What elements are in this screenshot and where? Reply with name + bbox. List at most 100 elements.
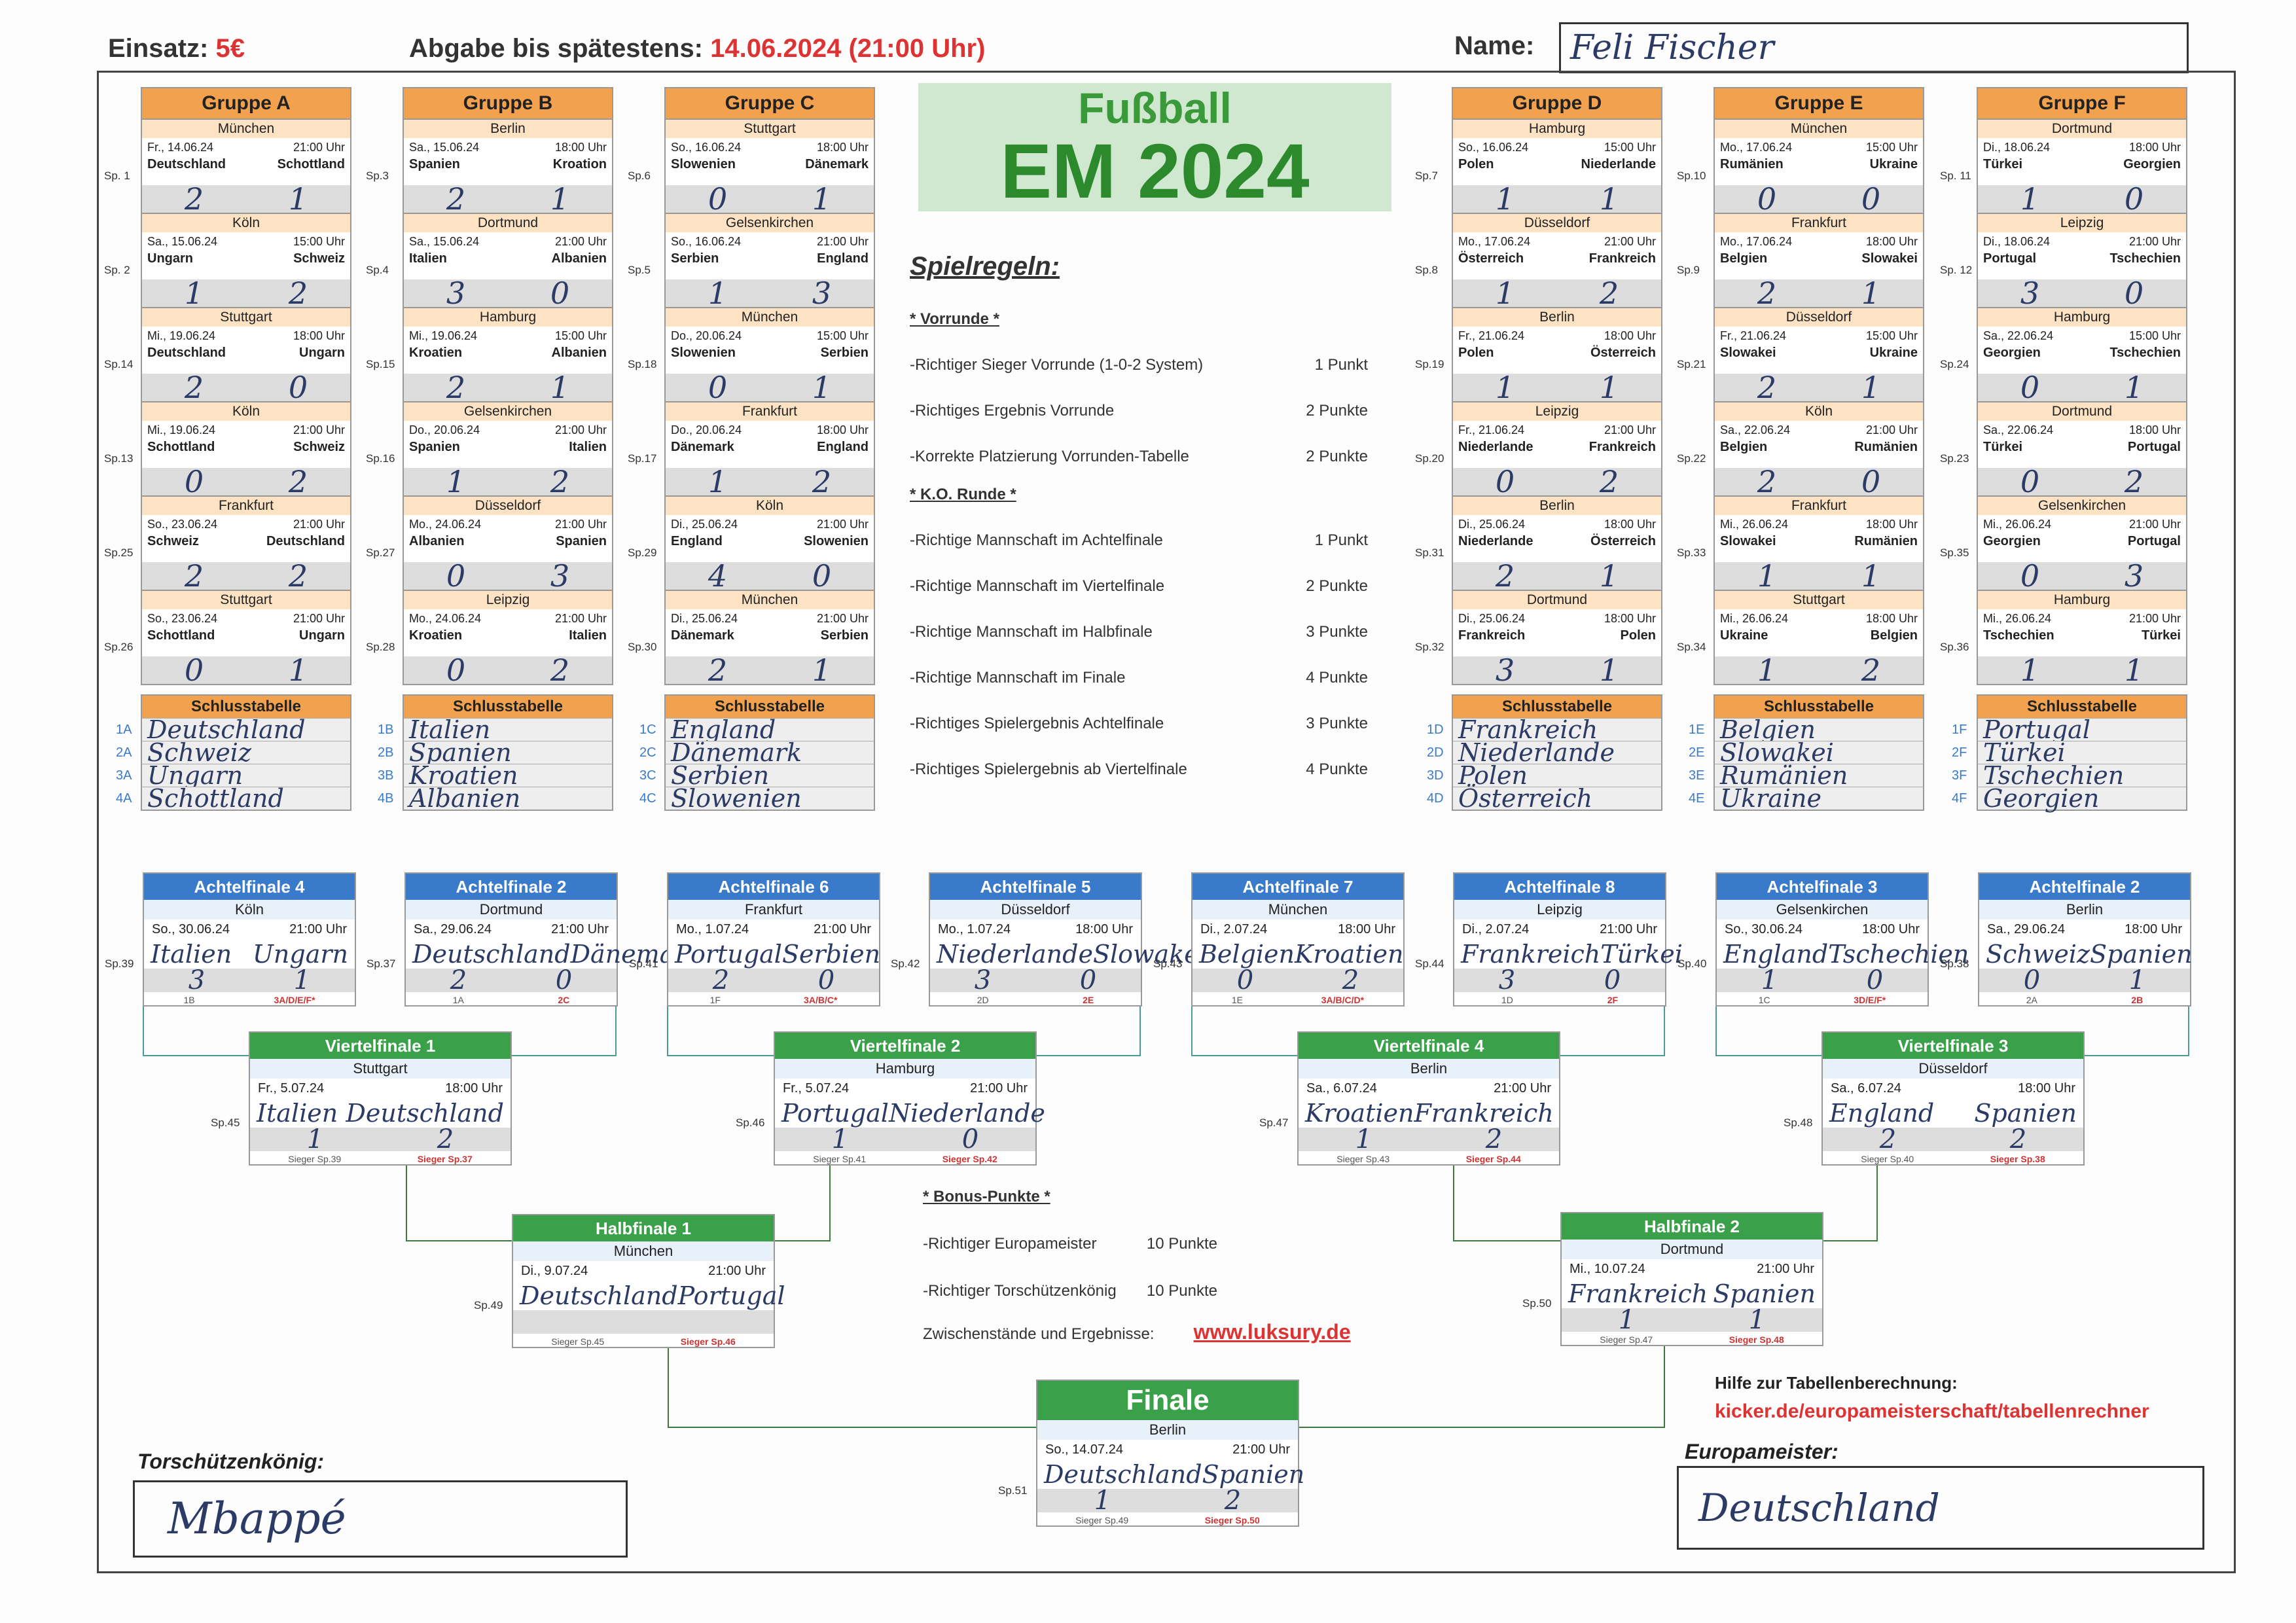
- away-score[interactable]: 2: [289, 464, 308, 499]
- away-score[interactable]: 3: [550, 558, 569, 594]
- home-score[interactable]: 2: [446, 370, 465, 405]
- table-row[interactable]: 3B Kroatien: [378, 763, 612, 788]
- away-score[interactable]: 1: [1600, 652, 1619, 688]
- away-score[interactable]: 3: [2125, 558, 2144, 594]
- away-score[interactable]: 2: [1861, 652, 1880, 688]
- score-row[interactable]: 11: [1715, 558, 1923, 594]
- score-row[interactable]: 21: [142, 181, 350, 217]
- away-score[interactable]: 0: [289, 370, 308, 405]
- home-score[interactable]: 1: [1496, 181, 1515, 217]
- away-score[interactable]: 2: [1342, 965, 1359, 995]
- home-score[interactable]: 0: [185, 652, 204, 688]
- table-row[interactable]: 4A Schottland: [116, 784, 350, 813]
- away-score[interactable]: 2: [550, 464, 569, 499]
- score-row[interactable]: 20: [668, 965, 879, 995]
- home-score[interactable]: 0: [2020, 464, 2039, 499]
- away-score[interactable]: 3: [812, 276, 831, 311]
- home-score[interactable]: 1: [307, 1124, 323, 1154]
- away-score[interactable]: 1: [2125, 652, 2144, 688]
- away-score[interactable]: 1: [1749, 1305, 1765, 1335]
- home-score[interactable]: 0: [2020, 558, 2039, 594]
- away-score[interactable]: 2: [812, 464, 831, 499]
- score-row[interactable]: 22: [142, 558, 350, 594]
- away-team[interactable]: Kroatien: [1295, 940, 1403, 969]
- home-team[interactable]: Deutschland: [412, 940, 571, 969]
- table-row[interactable]: 3A Ungarn: [116, 763, 350, 788]
- score-row[interactable]: 20: [142, 370, 350, 405]
- away-team[interactable]: Türkei: [1600, 940, 1683, 969]
- home-score[interactable]: 1: [1355, 1124, 1372, 1154]
- away-score[interactable]: 0: [1080, 965, 1096, 995]
- away-score[interactable]: 2: [1600, 276, 1619, 311]
- home-score[interactable]: 1: [185, 276, 204, 311]
- away-team[interactable]: Spanien: [1974, 1099, 2077, 1128]
- home-score[interactable]: 4: [708, 558, 727, 594]
- away-team[interactable]: Niederlande: [889, 1099, 1045, 1128]
- away-score[interactable]: 2: [2125, 464, 2144, 499]
- away-score[interactable]: 1: [289, 652, 308, 688]
- away-score[interactable]: 0: [1861, 464, 1880, 499]
- score-row[interactable]: 01: [1978, 370, 2186, 405]
- away-team[interactable]: Deutschland: [346, 1099, 504, 1128]
- table-row[interactable]: 3E Rumänien: [1689, 763, 1923, 788]
- away-score[interactable]: 1: [550, 370, 569, 405]
- away-score[interactable]: 1: [1600, 181, 1619, 217]
- home-score[interactable]: 1: [1761, 965, 1778, 995]
- away-score[interactable]: 0: [2125, 276, 2144, 311]
- home-score[interactable]: 2: [1496, 558, 1515, 594]
- away-team[interactable]: Slowakei: [1093, 940, 1207, 969]
- score-row[interactable]: 01: [666, 181, 874, 217]
- home-score[interactable]: 3: [188, 965, 205, 995]
- score-row[interactable]: 02: [1453, 464, 1661, 499]
- home-score[interactable]: 1: [2020, 181, 2039, 217]
- away-score[interactable]: 0: [1604, 965, 1621, 995]
- home-score[interactable]: 3: [2020, 276, 2039, 311]
- help-link[interactable]: kicker.de/europameisterschaft/tabellenre…: [1715, 1400, 2149, 1423]
- score-row[interactable]: 40: [666, 558, 874, 594]
- home-score[interactable]: 1: [1619, 1305, 1635, 1335]
- home-score[interactable]: 2: [185, 181, 204, 217]
- table-row[interactable]: 3C Serbien: [639, 763, 874, 788]
- table-row[interactable]: 1B Italien: [378, 717, 612, 742]
- score-row[interactable]: 11: [1978, 652, 2186, 688]
- away-team[interactable]: Portugal: [678, 1281, 785, 1310]
- away-score[interactable]: 0: [812, 558, 831, 594]
- away-team[interactable]: Spanien: [2090, 940, 2193, 969]
- table-team[interactable]: Ukraine: [1715, 784, 1821, 813]
- score-row[interactable]: 00: [1715, 181, 1923, 217]
- home-score[interactable]: 0: [446, 652, 465, 688]
- away-team[interactable]: Serbien: [782, 940, 880, 969]
- home-score[interactable]: 2: [1757, 464, 1776, 499]
- away-team[interactable]: Ungarn: [253, 940, 348, 969]
- home-score[interactable]: 2: [1757, 276, 1776, 311]
- home-score[interactable]: 0: [708, 181, 727, 217]
- score-row[interactable]: 10: [775, 1124, 1035, 1154]
- away-score[interactable]: 2: [1225, 1486, 1241, 1516]
- table-row[interactable]: 1A Deutschland: [116, 717, 350, 742]
- away-score[interactable]: 2: [289, 558, 308, 594]
- score-row[interactable]: 01: [1979, 965, 2190, 995]
- score-row[interactable]: 20: [1715, 464, 1923, 499]
- table-team[interactable]: Schottland: [142, 784, 284, 813]
- score-row[interactable]: 21: [404, 181, 612, 217]
- away-score[interactable]: 0: [962, 1124, 978, 1154]
- home-score[interactable]: 3: [975, 965, 991, 995]
- away-score[interactable]: 1: [1600, 370, 1619, 405]
- home-score[interactable]: 3: [446, 276, 465, 311]
- table-row[interactable]: 2C Dänemark: [639, 740, 874, 765]
- home-team[interactable]: Portugal: [781, 1099, 889, 1128]
- table-row[interactable]: 4C Slowenien: [639, 784, 874, 813]
- score-row[interactable]: 31: [144, 965, 355, 995]
- score-row[interactable]: 20: [406, 965, 617, 995]
- away-score[interactable]: 2: [1486, 1124, 1502, 1154]
- away-score[interactable]: 1: [550, 181, 569, 217]
- away-score[interactable]: 1: [294, 965, 310, 995]
- table-row[interactable]: 4B Albanien: [378, 786, 612, 811]
- away-score[interactable]: 0: [550, 276, 569, 311]
- table-team[interactable]: Slowenien: [666, 784, 802, 813]
- score-row[interactable]: 12: [404, 464, 612, 499]
- home-score[interactable]: 0: [2024, 965, 2040, 995]
- home-score[interactable]: 1: [1757, 652, 1776, 688]
- home-score[interactable]: 1: [1094, 1486, 1111, 1516]
- away-team[interactable]: Spanien: [1202, 1460, 1305, 1489]
